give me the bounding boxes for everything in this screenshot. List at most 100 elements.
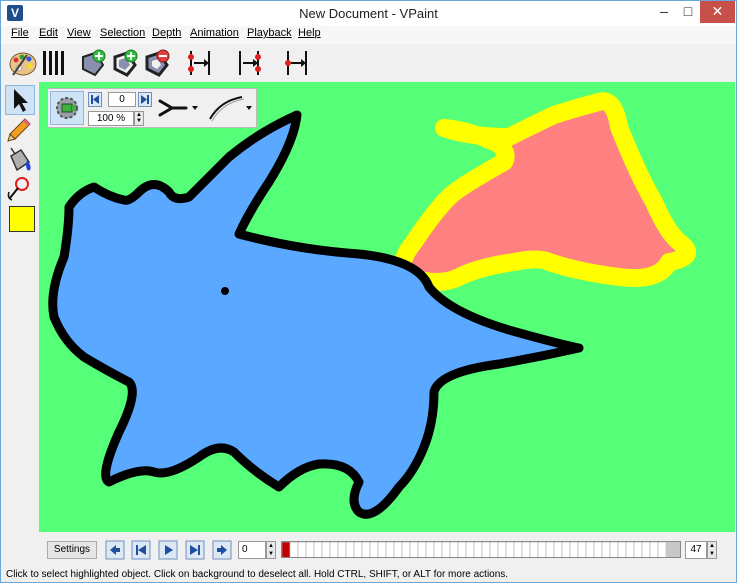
timeline-frame-cell[interactable]: [377, 542, 387, 558]
timeline-frame-cell[interactable]: [385, 542, 395, 558]
timeline-frame-cell[interactable]: [425, 542, 435, 558]
create-face-icon[interactable]: [141, 47, 173, 79]
timeline-frame-cell[interactable]: [593, 542, 603, 558]
timeline-frame-cell[interactable]: [521, 542, 531, 558]
window-title: New Document - VPaint: [299, 6, 438, 21]
keyframe-prev-icon[interactable]: [184, 47, 216, 79]
timeline-frame-cell[interactable]: [529, 542, 539, 558]
keyframe-next-icon[interactable]: [281, 47, 313, 79]
timeline-frame-cell[interactable]: [569, 542, 579, 558]
timeline-frame-cell[interactable]: [601, 542, 611, 558]
drawing-canvas[interactable]: 0 100 % ▲ ▼: [39, 82, 735, 532]
timeline-frame-cell[interactable]: [329, 542, 339, 558]
zoom-input[interactable]: 100 %: [88, 111, 134, 126]
menu-depth[interactable]: Depth: [152, 27, 181, 39]
application-window: V New Document - VPaint – □ ✕ File Edit …: [0, 0, 737, 583]
timeline-frame-cell[interactable]: [473, 542, 483, 558]
timeline-frame-cell[interactable]: [481, 542, 491, 558]
timeline-frame-cell[interactable]: [633, 542, 643, 558]
timeline-frame-cell[interactable]: [641, 542, 651, 558]
maximize-button[interactable]: □: [677, 1, 699, 23]
menu-file[interactable]: File: [11, 27, 29, 39]
menu-animation[interactable]: Animation: [190, 27, 239, 39]
timeline-frame-cell[interactable]: [457, 542, 467, 558]
step-forward-icon[interactable]: [212, 540, 232, 560]
timeline-frame-cell[interactable]: [417, 542, 427, 558]
camera-settings-icon[interactable]: [50, 91, 84, 125]
zoom-spinner[interactable]: ▲ ▼: [134, 111, 144, 126]
create-edge-icon[interactable]: [109, 47, 141, 79]
timeline-frame-cell[interactable]: [577, 542, 587, 558]
timeline-frame-cell[interactable]: [513, 542, 523, 558]
timeline-frame-cell[interactable]: [353, 542, 363, 558]
timeline-frame-cell[interactable]: [561, 542, 571, 558]
timeline-frame-cell[interactable]: [297, 542, 307, 558]
play-icon[interactable]: [158, 540, 178, 560]
timeline-frame-cell[interactable]: [433, 542, 443, 558]
timeline-frame-cell[interactable]: [497, 542, 507, 558]
close-button[interactable]: ✕: [700, 1, 735, 23]
timeline-frame-cell[interactable]: [409, 542, 419, 558]
timeline-frame-cell[interactable]: [537, 542, 547, 558]
current-frame-input[interactable]: 0: [238, 541, 266, 559]
timeline-frame-cell[interactable]: [489, 542, 499, 558]
first-frame-icon[interactable]: [88, 92, 102, 107]
current-frame-spinner[interactable]: ▲ ▼: [266, 541, 276, 559]
timeline-frame-cell[interactable]: [401, 542, 411, 558]
timeline-frame-cell[interactable]: [361, 542, 371, 558]
menu-view[interactable]: View: [67, 27, 91, 39]
timeline-frame-cell[interactable]: [393, 542, 403, 558]
edge-style-dropdown[interactable]: [204, 91, 256, 125]
timeline-frame-cell[interactable]: [305, 542, 315, 558]
timeline-playhead[interactable]: [282, 542, 291, 558]
timeline-frame-cell[interactable]: [321, 542, 331, 558]
timeline-frame-cell[interactable]: [625, 542, 635, 558]
go-to-first-frame-icon[interactable]: [131, 540, 151, 560]
create-vertex-icon[interactable]: [77, 47, 109, 79]
last-frame-icon[interactable]: [138, 92, 152, 107]
end-frame-input[interactable]: 47: [685, 541, 707, 559]
timeline-frame-cell[interactable]: [609, 542, 619, 558]
timeline-track[interactable]: [281, 541, 681, 558]
timeline-frame-cell[interactable]: [369, 542, 379, 558]
select-tool-icon[interactable]: [5, 85, 35, 115]
timeline-frame-cell[interactable]: [545, 542, 555, 558]
menu-playback[interactable]: Playback: [247, 27, 292, 39]
end-frame-spinner[interactable]: ▲ ▼: [707, 541, 717, 559]
timeline-frame-cell[interactable]: [617, 542, 627, 558]
timeline-frame-cell[interactable]: [441, 542, 451, 558]
menu-selection[interactable]: Selection: [100, 27, 145, 39]
vertex-point[interactable]: [221, 287, 229, 295]
timeline-frame-cell[interactable]: [313, 542, 323, 558]
pencil-icon[interactable]: [5, 116, 35, 146]
timeline-frame-cell[interactable]: [449, 542, 459, 558]
timeline-frame-cell[interactable]: [553, 542, 563, 558]
timeline-frame-cell[interactable]: [505, 542, 515, 558]
timeline-frame-cell[interactable]: [289, 542, 299, 558]
paint-bucket-icon[interactable]: [5, 146, 35, 176]
timeline-frame-cell[interactable]: [649, 542, 659, 558]
minimize-button[interactable]: –: [653, 1, 675, 23]
menu-edit[interactable]: Edit: [39, 27, 58, 39]
timeline-frame-cell[interactable]: [345, 542, 355, 558]
toolbox: [3, 82, 39, 532]
title-bar[interactable]: V New Document - VPaint – □ ✕: [1, 1, 736, 26]
red-face-shape[interactable]: [393, 92, 696, 291]
chevron-down-icon: [246, 106, 252, 110]
palette-icon[interactable]: [7, 47, 39, 79]
current-color-swatch[interactable]: [9, 206, 35, 232]
frame-number-input[interactable]: 0: [108, 92, 136, 107]
canvas-toolbar: 0 100 % ▲ ▼: [47, 88, 257, 128]
settings-button[interactable]: Settings: [47, 541, 97, 559]
layers-icon[interactable]: [39, 47, 71, 79]
menu-help[interactable]: Help: [298, 27, 321, 39]
step-back-icon[interactable]: [105, 540, 125, 560]
vertex-style-dropdown[interactable]: [152, 91, 202, 125]
timeline-frame-cell[interactable]: [337, 542, 347, 558]
timeline-frame-cell[interactable]: [465, 542, 475, 558]
go-to-last-frame-icon[interactable]: [185, 540, 205, 560]
keyframe-insert-icon[interactable]: [233, 47, 265, 79]
timeline-frame-cell[interactable]: [585, 542, 595, 558]
sculpt-tool-icon[interactable]: [5, 174, 35, 204]
timeline-frame-cell[interactable]: [657, 542, 667, 558]
